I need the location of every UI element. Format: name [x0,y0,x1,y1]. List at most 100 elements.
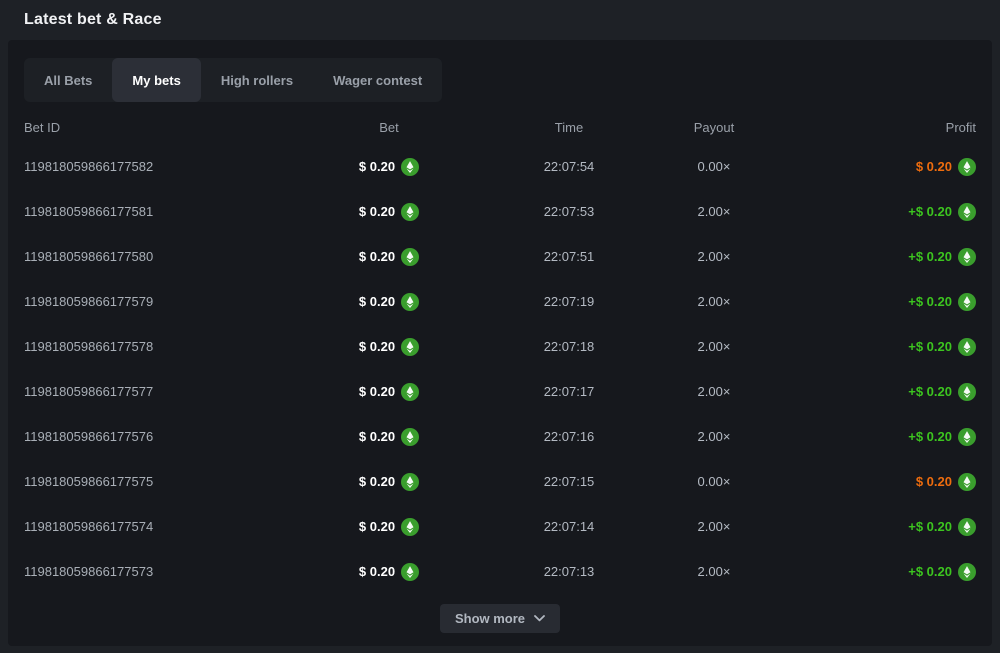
bets-table-body: 119818059866177582 $ 0.20 22:07:54 0.00×… [24,144,976,594]
profit-cell: +$ 0.20 [764,338,976,356]
table-row[interactable]: 119818059866177576 $ 0.20 22:07:16 2.00×… [24,414,976,459]
payout-cell: 2.00× [664,294,764,309]
bet-id-cell[interactable]: 119818059866177582 [24,159,304,174]
bet-id-cell[interactable]: 119818059866177574 [24,519,304,534]
show-more-button[interactable]: Show more [440,604,560,633]
tab-high-rollers[interactable]: High rollers [201,58,313,102]
bet-cell: $ 0.20 [304,158,474,176]
bet-amount: $ 0.20 [359,294,395,309]
column-header-time: Time [474,120,664,135]
bet-id-cell[interactable]: 119818059866177573 [24,564,304,579]
bet-id-cell[interactable]: 119818059866177577 [24,384,304,399]
tab-label: High rollers [221,73,293,88]
coin-icon [958,563,976,581]
time-cell: 22:07:19 [474,294,664,309]
show-more-container: Show more [24,604,976,633]
bets-tabs: All Bets My bets High rollers Wager cont… [24,58,442,102]
coin-icon [401,518,419,536]
table-row[interactable]: 119818059866177581 $ 0.20 22:07:53 2.00×… [24,189,976,234]
bet-amount: $ 0.20 [359,429,395,444]
bet-cell: $ 0.20 [304,293,474,311]
table-row[interactable]: 119818059866177580 $ 0.20 22:07:51 2.00×… [24,234,976,279]
tab-label: Wager contest [333,73,422,88]
payout-cell: 2.00× [664,249,764,264]
profit-cell: +$ 0.20 [764,203,976,221]
coin-icon [401,158,419,176]
profit-amount: $ 0.20 [916,474,952,489]
payout-cell: 2.00× [664,519,764,534]
time-cell: 22:07:17 [474,384,664,399]
time-cell: 22:07:53 [474,204,664,219]
profit-cell: $ 0.20 [764,158,976,176]
payout-cell: 2.00× [664,429,764,444]
time-cell: 22:07:16 [474,429,664,444]
bet-amount: $ 0.20 [359,384,395,399]
bet-amount: $ 0.20 [359,339,395,354]
time-cell: 22:07:18 [474,339,664,354]
bet-id-cell[interactable]: 119818059866177579 [24,294,304,309]
payout-cell: 2.00× [664,564,764,579]
time-cell: 22:07:15 [474,474,664,489]
time-cell: 22:07:13 [474,564,664,579]
coin-icon [401,473,419,491]
tab-label: My bets [132,73,180,88]
coin-icon [958,518,976,536]
table-row[interactable]: 119818059866177578 $ 0.20 22:07:18 2.00×… [24,324,976,369]
payout-cell: 2.00× [664,204,764,219]
profit-cell: +$ 0.20 [764,428,976,446]
profit-amount: +$ 0.20 [908,204,952,219]
coin-icon [958,383,976,401]
title-bar: Latest bet & Race [0,0,1000,40]
tab-my-bets[interactable]: My bets [112,58,200,102]
bet-cell: $ 0.20 [304,518,474,536]
profit-cell: +$ 0.20 [764,248,976,266]
bet-cell: $ 0.20 [304,248,474,266]
profit-amount: +$ 0.20 [908,294,952,309]
bet-id-cell[interactable]: 119818059866177578 [24,339,304,354]
tab-all-bets[interactable]: All Bets [24,58,112,102]
bet-cell: $ 0.20 [304,563,474,581]
coin-icon [958,203,976,221]
latest-bets-panel: All Bets My bets High rollers Wager cont… [8,40,992,646]
payout-cell: 2.00× [664,384,764,399]
profit-cell: +$ 0.20 [764,383,976,401]
time-cell: 22:07:14 [474,519,664,534]
coin-icon [401,248,419,266]
bet-cell: $ 0.20 [304,338,474,356]
bet-id-cell[interactable]: 119818059866177575 [24,474,304,489]
payout-cell: 0.00× [664,474,764,489]
profit-cell: +$ 0.20 [764,293,976,311]
coin-icon [958,158,976,176]
column-header-payout: Payout [664,120,764,135]
coin-icon [401,383,419,401]
profit-cell: $ 0.20 [764,473,976,491]
bet-amount: $ 0.20 [359,519,395,534]
bet-id-cell[interactable]: 119818059866177581 [24,204,304,219]
tab-wager-contest[interactable]: Wager contest [313,58,442,102]
coin-icon [958,248,976,266]
column-header-profit: Profit [764,120,976,135]
column-header-bet-id: Bet ID [24,120,304,135]
table-row[interactable]: 119818059866177573 $ 0.20 22:07:13 2.00×… [24,549,976,594]
table-row[interactable]: 119818059866177575 $ 0.20 22:07:15 0.00×… [24,459,976,504]
table-row[interactable]: 119818059866177574 $ 0.20 22:07:14 2.00×… [24,504,976,549]
bet-cell: $ 0.20 [304,203,474,221]
bet-amount: $ 0.20 [359,204,395,219]
profit-amount: +$ 0.20 [908,564,952,579]
coin-icon [401,563,419,581]
profit-amount: $ 0.20 [916,159,952,174]
coin-icon [958,473,976,491]
coin-icon [401,428,419,446]
payout-cell: 0.00× [664,159,764,174]
bet-id-cell[interactable]: 119818059866177576 [24,429,304,444]
tab-label: All Bets [44,73,92,88]
show-more-label: Show more [455,611,525,626]
table-row[interactable]: 119818059866177579 $ 0.20 22:07:19 2.00×… [24,279,976,324]
bet-id-cell[interactable]: 119818059866177580 [24,249,304,264]
table-row[interactable]: 119818059866177582 $ 0.20 22:07:54 0.00×… [24,144,976,189]
page-root: Latest bet & Race All Bets My bets High … [0,0,1000,646]
time-cell: 22:07:51 [474,249,664,264]
coin-icon [958,293,976,311]
table-row[interactable]: 119818059866177577 $ 0.20 22:07:17 2.00×… [24,369,976,414]
chevron-down-icon [534,615,545,622]
